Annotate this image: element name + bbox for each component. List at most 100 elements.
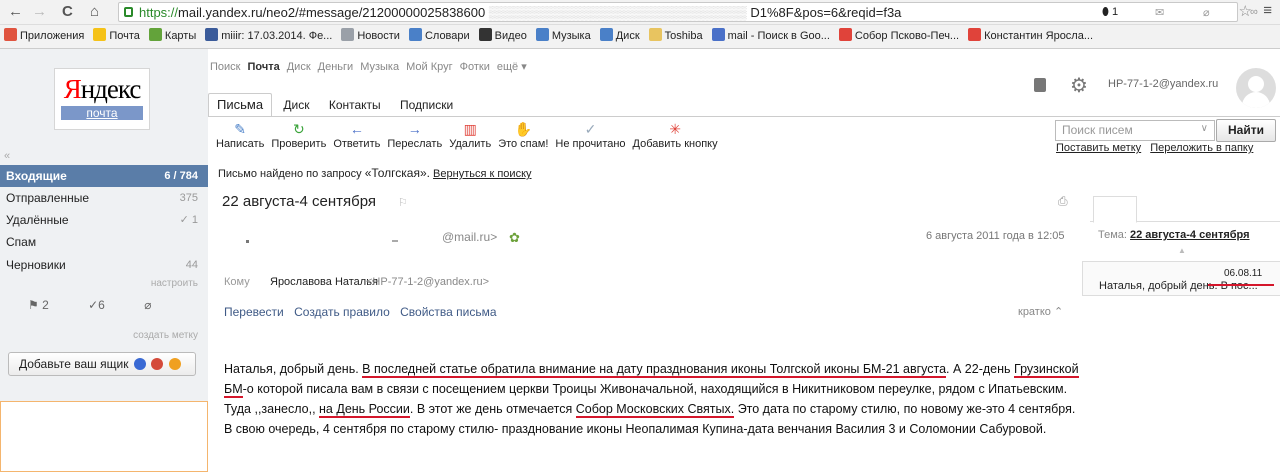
folder-inbox[interactable]: Входящие 6 / 784 [0,165,208,187]
mail-service-icon [133,358,146,370]
search-query: «Толгская». [364,166,430,180]
tab-letters[interactable]: Письма [208,93,273,117]
check-mark[interactable]: ✓6 [88,298,105,312]
service-link[interactable]: Фотки [460,61,490,73]
bookmark-item[interactable]: Новости [341,25,400,48]
recipient-email[interactable]: <HP-77-1-2@yandex.ru> [366,276,489,288]
bookmark-item[interactable]: Видео [478,25,527,48]
url-tail: D1%8F&pos=6&reqid=f3a [750,5,902,20]
thread-topic-link[interactable]: 22 августа-4 сентября [1130,229,1250,241]
service-link[interactable]: Почта [247,61,279,73]
gear-icon[interactable]: ⚙ [1070,73,1088,98]
folder-sent[interactable]: Отправленные 375 [0,187,208,209]
toolbar-icon: ✓ [584,121,597,137]
toolbar-icon: ✋ [514,121,532,137]
bookmark-item[interactable]: Карты [148,25,196,48]
sender-email[interactable]: @mail.ru> [442,230,497,244]
create-rule-link[interactable]: Создать правило [294,305,390,319]
flag-mark[interactable]: ⚑ 2 [28,298,49,312]
address-bar[interactable]: https://mail.yandex.ru/neo2/#message/212… [118,2,1238,22]
bookmark-item[interactable]: Почта [93,25,140,48]
toolbar-button[interactable]: ← Ответить [333,121,380,150]
mailru-icon [168,358,181,370]
translate-link[interactable]: Перевести [224,305,284,319]
thread-tab-icon[interactable]: ⬮ 1 [1102,6,1118,19]
toolbar-icon: ✎ [234,121,247,137]
bookmark-item[interactable]: Словари [408,25,470,48]
toolbar-icon: ← [349,121,364,137]
service-link[interactable]: Мой Круг [406,61,453,73]
promo-box [0,401,208,472]
folder-drafts[interactable]: Черновики 44 [0,254,208,276]
move-to-folder-link[interactable]: Переложить в папку [1150,142,1253,154]
yandex-mail-logo[interactable]: Яндекс почта [54,68,150,130]
tab-disk[interactable]: Диск [275,94,317,116]
collapse-sidebar-icon[interactable]: « [4,150,10,162]
bookmark-icon [478,28,492,41]
underline-4: Собор Московских Святых. [575,402,735,418]
apps-icon[interactable] [1034,78,1046,92]
thread-tab-selected[interactable] [1093,196,1137,223]
service-link[interactable]: Деньги [318,61,354,73]
add-mailbox-button[interactable]: Добавьте ваш ящик [8,352,196,376]
service-link[interactable]: Поиск [210,61,240,73]
toolbar-icon: ↻ [292,121,305,137]
set-label-link[interactable]: Поставить метку [1056,142,1141,154]
folders-setup-link[interactable]: настроить [151,278,198,289]
search-input[interactable]: Поиск писем ∨ [1055,120,1215,141]
bookmark-icon [205,28,219,41]
bookmark-item[interactable]: Toshiba [648,25,703,48]
toolbar-button[interactable]: ✓ Не прочитано [555,121,625,150]
tab-subscriptions[interactable]: Подписки [392,94,461,116]
home-icon[interactable]: ⌂ [90,3,99,20]
browser-menu-icon[interactable]: ≡ [1263,2,1272,19]
bookmark-icon [93,28,107,41]
toolbar-button[interactable]: ✋ Это спам! [498,121,548,150]
toolbar-button[interactable]: ✎ Написать [216,121,264,150]
bookmark-item[interactable]: mail - Поиск в Goo... [711,25,830,48]
bookmark-item[interactable]: Музыка [535,25,591,48]
toolbar-icon: → [407,121,422,137]
tab-contacts[interactable]: Контакты [321,94,389,116]
print-icon[interactable]: ⎙ [1058,194,1068,209]
clip-icon[interactable]: ⌀ [144,298,151,312]
search-button[interactable]: Найти [1216,119,1276,142]
bookmark-item[interactable]: Собор Псково-Печ... [838,25,959,48]
collapse-header-link[interactable]: кратко ⌃ [1018,305,1063,318]
thread-tab-mail-icon[interactable]: ✉ [1155,6,1164,19]
forward-icon[interactable]: → [32,3,47,20]
toolbar-button[interactable]: ↻ Проверить [271,121,326,150]
reload-icon[interactable]: C [62,3,73,20]
service-link[interactable]: Диск [287,61,311,73]
message-properties-link[interactable]: Свойства письма [400,305,496,319]
lock-icon [124,7,133,17]
left-sidebar: Яндекс почта « Входящие 6 / 784 Отправлен… [0,49,208,472]
recipient-name[interactable]: Ярославова Наталья [270,276,378,288]
toolbar-button[interactable]: ✳ Добавить кнопку [633,121,718,150]
bookmark-icon [968,28,982,41]
back-icon[interactable]: ← [8,3,23,20]
toolbar-links: Поставить метку Переложить в папку [1056,142,1259,154]
gmail-icon [151,358,164,370]
browser-toolbar: ← → C ⌂ https://mail.yandex.ru/neo2/#mes… [0,0,1280,25]
bookmark-item[interactable]: miiir: 17.03.2014. Фе... [205,25,332,48]
flag-icon[interactable]: ⚐ [398,196,408,209]
folder-deleted[interactable]: Удалённые ✓ 1 [0,209,208,231]
thread-tab-links-icon[interactable]: ∞ [1250,6,1258,18]
chevron-down-icon[interactable]: ∨ [1201,123,1208,134]
tabs-divider [208,116,1280,117]
thread-message-snippet[interactable]: Наталья, добрый день. В пос... [1099,280,1273,292]
thread-tab-attach-icon[interactable]: ⌀ [1203,6,1210,19]
folder-spam[interactable]: Спам [0,231,208,253]
user-email[interactable]: HP-77-1-2@yandex.ru [1108,78,1218,90]
create-mark-link[interactable]: создать метку [133,330,198,341]
service-link[interactable]: ещё ▾ [497,61,527,73]
toolbar-button[interactable]: → Переслать [387,121,442,150]
back-to-search-link[interactable]: Вернуться к поиску [433,168,531,180]
bookmark-item[interactable]: Диск [599,25,640,48]
avatar[interactable] [1236,68,1276,108]
service-link[interactable]: Музыка [360,61,399,73]
toolbar-button[interactable]: ▥ Удалить [449,121,491,150]
bookmark-item[interactable]: Приложения [4,25,84,48]
bookmark-item[interactable]: Константин Яросла... [968,25,1093,48]
